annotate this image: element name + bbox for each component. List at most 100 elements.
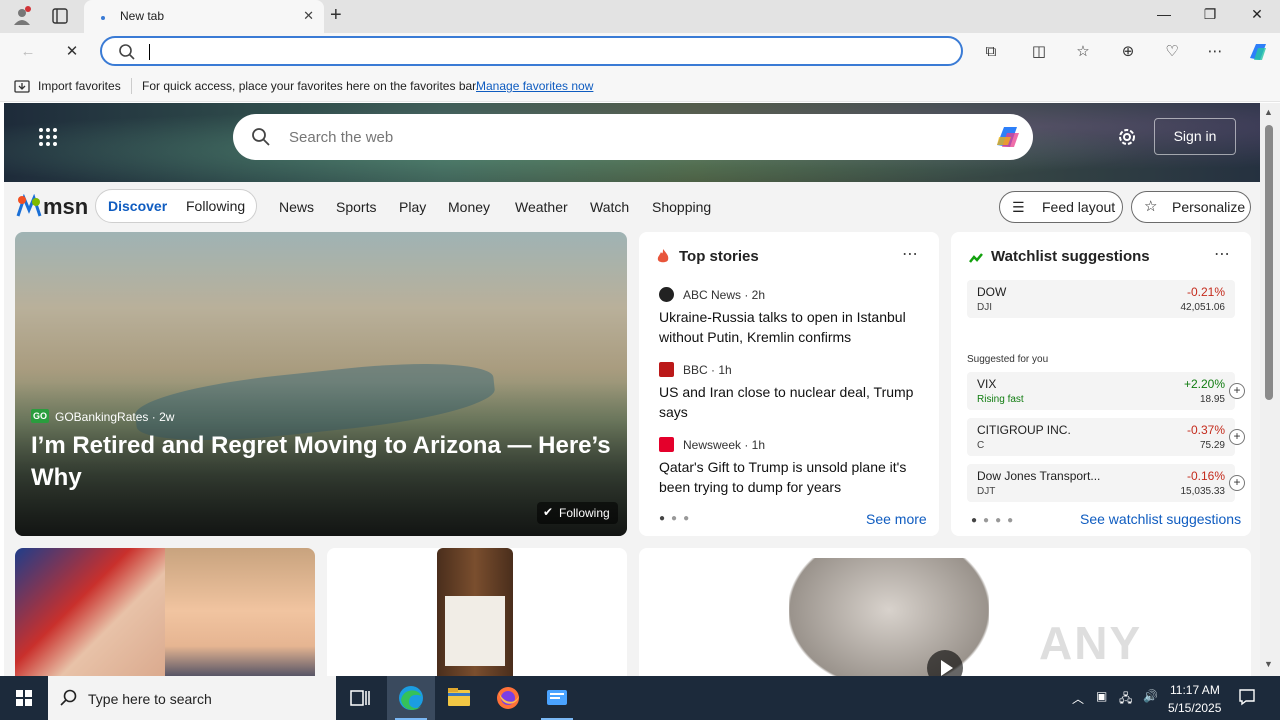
nav-watch[interactable]: Watch (590, 199, 629, 215)
add-to-watchlist-button[interactable]: + (1229, 429, 1245, 445)
newsweek-icon (659, 437, 674, 452)
collections-icon[interactable]: ⊕ (1118, 42, 1138, 62)
watchlist-row[interactable]: CITIGROUP INC. C -0.37% 75.29 (967, 418, 1235, 456)
personalize-button[interactable]: ☆ Personalize (1131, 191, 1251, 223)
volume-icon[interactable]: 🔊 (1143, 689, 1158, 703)
featured-headline[interactable]: I’m Retired and Regret Moving to Arizona… (31, 430, 611, 494)
copilot-icon[interactable] (993, 123, 1023, 151)
abc-news-icon (659, 287, 674, 302)
bbc-icon (659, 362, 674, 377)
tab-following[interactable]: Following (186, 198, 245, 214)
tab-actions-icon[interactable] (52, 8, 68, 24)
ticker-name: Dow Jones Transport... (977, 469, 1101, 483)
tray-chevron-icon[interactable]: ︿ (1072, 690, 1084, 707)
back-icon[interactable]: ← (18, 42, 38, 62)
featured-story-card[interactable]: GO GOBankingRates · 2w I’m Retired and R… (15, 232, 627, 536)
clock-time[interactable]: 11:17 AM (1170, 683, 1220, 697)
watchlist-row[interactable]: DOW DJI -0.21% 42,051.06 (967, 280, 1235, 318)
page-scrollbar[interactable]: ▲ ▼ (1260, 103, 1280, 676)
web-search-input[interactable]: Search the web (289, 129, 393, 146)
more-options-icon[interactable]: ⋯ (902, 244, 919, 264)
address-bar[interactable] (100, 36, 963, 66)
remote-app-icon[interactable] (533, 676, 581, 720)
import-favorites-icon[interactable] (14, 78, 30, 94)
file-explorer-icon[interactable] (435, 676, 483, 720)
minimize-button[interactable]: — (1152, 6, 1176, 22)
feed-layout-button[interactable]: ☰ Feed layout (999, 191, 1123, 223)
source-logo: GO (31, 409, 49, 423)
taskbar-search-input[interactable]: Type here to search (88, 691, 212, 707)
ad-card-supplement[interactable] (327, 548, 627, 676)
favorites-icon[interactable]: ☆ (1073, 42, 1093, 62)
ticker-value: 15,035.33 (1180, 486, 1226, 497)
add-to-watchlist-button[interactable]: + (1229, 383, 1245, 399)
nav-news[interactable]: News (279, 199, 314, 215)
sign-in-button[interactable]: Sign in (1154, 118, 1236, 155)
taskbar-search[interactable]: Type here to search (48, 676, 336, 720)
copilot-icon[interactable] (1246, 40, 1270, 64)
divider (131, 78, 132, 94)
profile-icon[interactable] (12, 6, 32, 26)
restore-button[interactable]: ❐ (1198, 6, 1222, 23)
see-watchlist-link[interactable]: See watchlist suggestions (1080, 511, 1241, 527)
following-badge[interactable]: ✔ Following (537, 502, 618, 524)
text-caret (149, 44, 150, 60)
close-window-button[interactable]: ✕ (1245, 6, 1269, 23)
supplement-bottle (437, 548, 513, 676)
news-card-putin-trump[interactable] (15, 548, 315, 676)
story-headline[interactable]: US and Iran close to nuclear deal, Trump… (659, 382, 925, 422)
tab-discover[interactable]: Discover (108, 198, 167, 214)
notifications-icon[interactable] (1238, 688, 1256, 711)
more-options-icon[interactable]: ⋯ (1214, 244, 1231, 264)
nav-weather[interactable]: Weather (515, 199, 568, 215)
more-menu-icon[interactable]: ⋯ (1205, 42, 1225, 62)
see-more-link[interactable]: See more (866, 511, 927, 527)
settings-gear-icon[interactable] (1116, 126, 1138, 148)
manage-favorites-link[interactable]: Manage favorites now (476, 79, 593, 93)
network-icon[interactable]: 🖧 (1119, 689, 1132, 710)
firefox-icon[interactable] (484, 676, 532, 720)
ticker-change: -0.16% (1186, 469, 1225, 483)
tab-new-tab[interactable]: New tab ✕ (84, 0, 324, 33)
web-search-box[interactable]: Search the web (233, 114, 1033, 160)
search-icon (118, 43, 136, 66)
story-headline[interactable]: Ukraine-Russia talks to open in Istanbul… (659, 307, 925, 347)
sliders-icon: ☰ (1012, 199, 1025, 215)
story-source: GOBankingRates · 2w (55, 410, 175, 424)
ticker-name: VIX (977, 377, 997, 391)
play-icon[interactable] (927, 650, 963, 676)
video-card[interactable]: ANY RUN (639, 548, 1251, 676)
ticker-name: DOW (977, 285, 1007, 299)
msn-nav: msn Discover Following News Sports Play … (4, 182, 1260, 232)
scroll-thumb[interactable] (1265, 125, 1273, 400)
add-to-watchlist-button[interactable]: + (1229, 475, 1245, 491)
close-tab-icon[interactable]: ✕ (303, 8, 314, 24)
trend-icon (969, 250, 983, 268)
nav-money[interactable]: Money (448, 199, 490, 215)
scroll-down-icon[interactable]: ▼ (1264, 659, 1273, 669)
start-button[interactable] (0, 676, 48, 720)
stop-loading-icon[interactable]: ✕ (62, 42, 82, 62)
nav-sports[interactable]: Sports (336, 199, 376, 215)
apps-launcher-icon[interactable] (38, 127, 58, 147)
carousel-dots[interactable]: ●●● (659, 513, 695, 524)
task-view-icon[interactable] (336, 676, 384, 720)
clock-date[interactable]: 5/15/2025 (1168, 701, 1221, 715)
new-tab-button[interactable]: + (330, 4, 342, 27)
feed-layout-label: Feed layout (1042, 199, 1116, 215)
nav-shopping[interactable]: Shopping (652, 199, 711, 215)
split-screen-icon[interactable]: ◫ (1029, 42, 1049, 62)
extensions-icon[interactable]: ⧉ (981, 42, 1001, 62)
browser-essentials-icon[interactable]: ♡ (1162, 42, 1182, 62)
edge-app-icon[interactable] (387, 676, 435, 720)
tab-title: New tab (120, 9, 165, 23)
story-headline[interactable]: Qatar's Gift to Trump is unsold plane it… (659, 457, 925, 497)
watchlist-title: Watchlist suggestions (991, 248, 1150, 265)
import-favorites-button[interactable]: Import favorites (38, 79, 121, 93)
nav-play[interactable]: Play (399, 199, 426, 215)
scroll-up-icon[interactable]: ▲ (1264, 107, 1273, 117)
watchlist-row[interactable]: Dow Jones Transport... DJT -0.16% 15,035… (967, 464, 1235, 502)
tray-device-icon[interactable]: ▣ (1096, 689, 1107, 703)
watchlist-row[interactable]: VIX Rising fast +2.20% 18.95 (967, 372, 1235, 410)
carousel-dots[interactable]: ●●●● (971, 515, 1019, 526)
